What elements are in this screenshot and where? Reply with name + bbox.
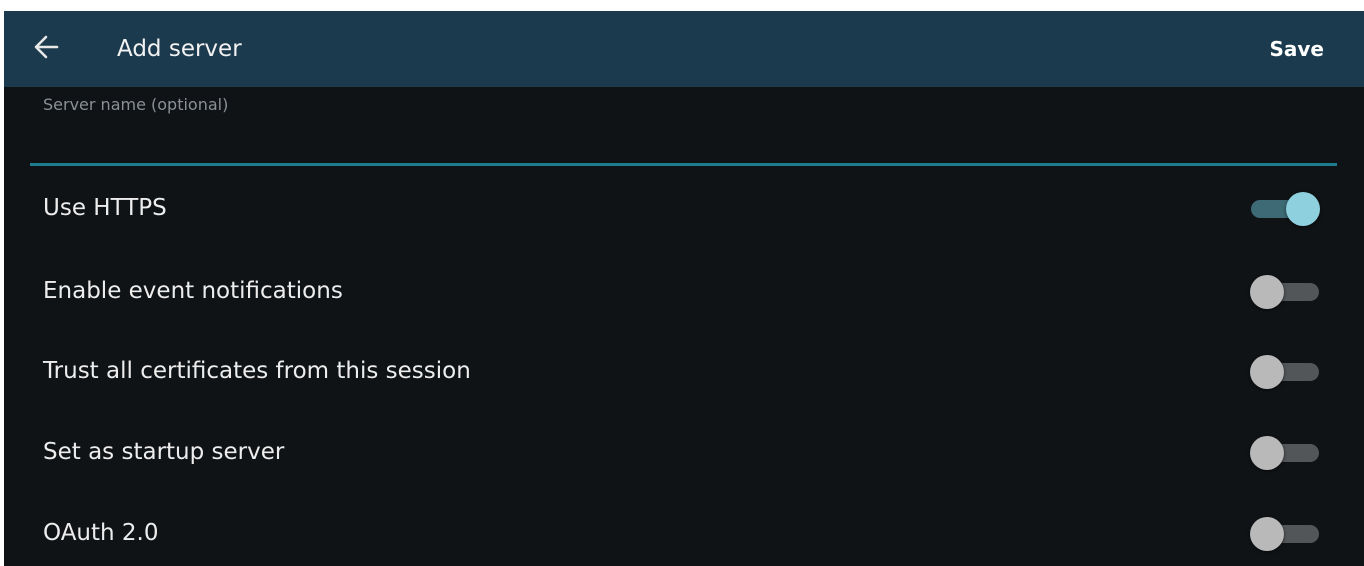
setting-row-startup-server[interactable]: Set as startup server bbox=[4, 412, 1364, 493]
server-name-input[interactable] bbox=[30, 87, 1337, 163]
arrow-back-icon bbox=[33, 34, 59, 64]
setting-label-trust-certificates: Trust all certificates from this session bbox=[43, 358, 471, 384]
back-button[interactable] bbox=[26, 29, 66, 69]
oauth-switch[interactable] bbox=[1249, 516, 1321, 552]
add-server-screen: Add server Save Server name (optional) U… bbox=[4, 11, 1364, 566]
app-bar: Add server Save bbox=[4, 11, 1364, 87]
switch-thumb bbox=[1250, 517, 1284, 551]
setting-row-oauth[interactable]: OAuth 2.0 bbox=[4, 493, 1364, 566]
page-title: Add server bbox=[117, 36, 242, 62]
use-https-switch[interactable] bbox=[1249, 191, 1321, 227]
setting-row-event-notifications[interactable]: Enable event notifications bbox=[4, 251, 1364, 332]
setting-row-trust-certificates[interactable]: Trust all certificates from this session bbox=[4, 331, 1364, 412]
save-button[interactable]: Save bbox=[1269, 33, 1324, 65]
setting-label-oauth: OAuth 2.0 bbox=[43, 520, 159, 546]
server-name-field: Server name (optional) bbox=[30, 87, 1337, 167]
switch-thumb bbox=[1250, 275, 1284, 309]
setting-label-startup-server: Set as startup server bbox=[43, 439, 285, 465]
setting-label-event-notifications: Enable event notifications bbox=[43, 278, 343, 304]
setting-row-use-https[interactable]: Use HTTPS bbox=[4, 168, 1364, 249]
setting-label-use-https: Use HTTPS bbox=[43, 195, 167, 221]
server-name-underline bbox=[30, 163, 1337, 166]
startup-server-switch[interactable] bbox=[1249, 435, 1321, 471]
switch-thumb bbox=[1286, 192, 1320, 226]
switch-thumb bbox=[1250, 436, 1284, 470]
event-notifications-switch[interactable] bbox=[1249, 274, 1321, 310]
trust-certificates-switch[interactable] bbox=[1249, 354, 1321, 390]
switch-thumb bbox=[1250, 355, 1284, 389]
